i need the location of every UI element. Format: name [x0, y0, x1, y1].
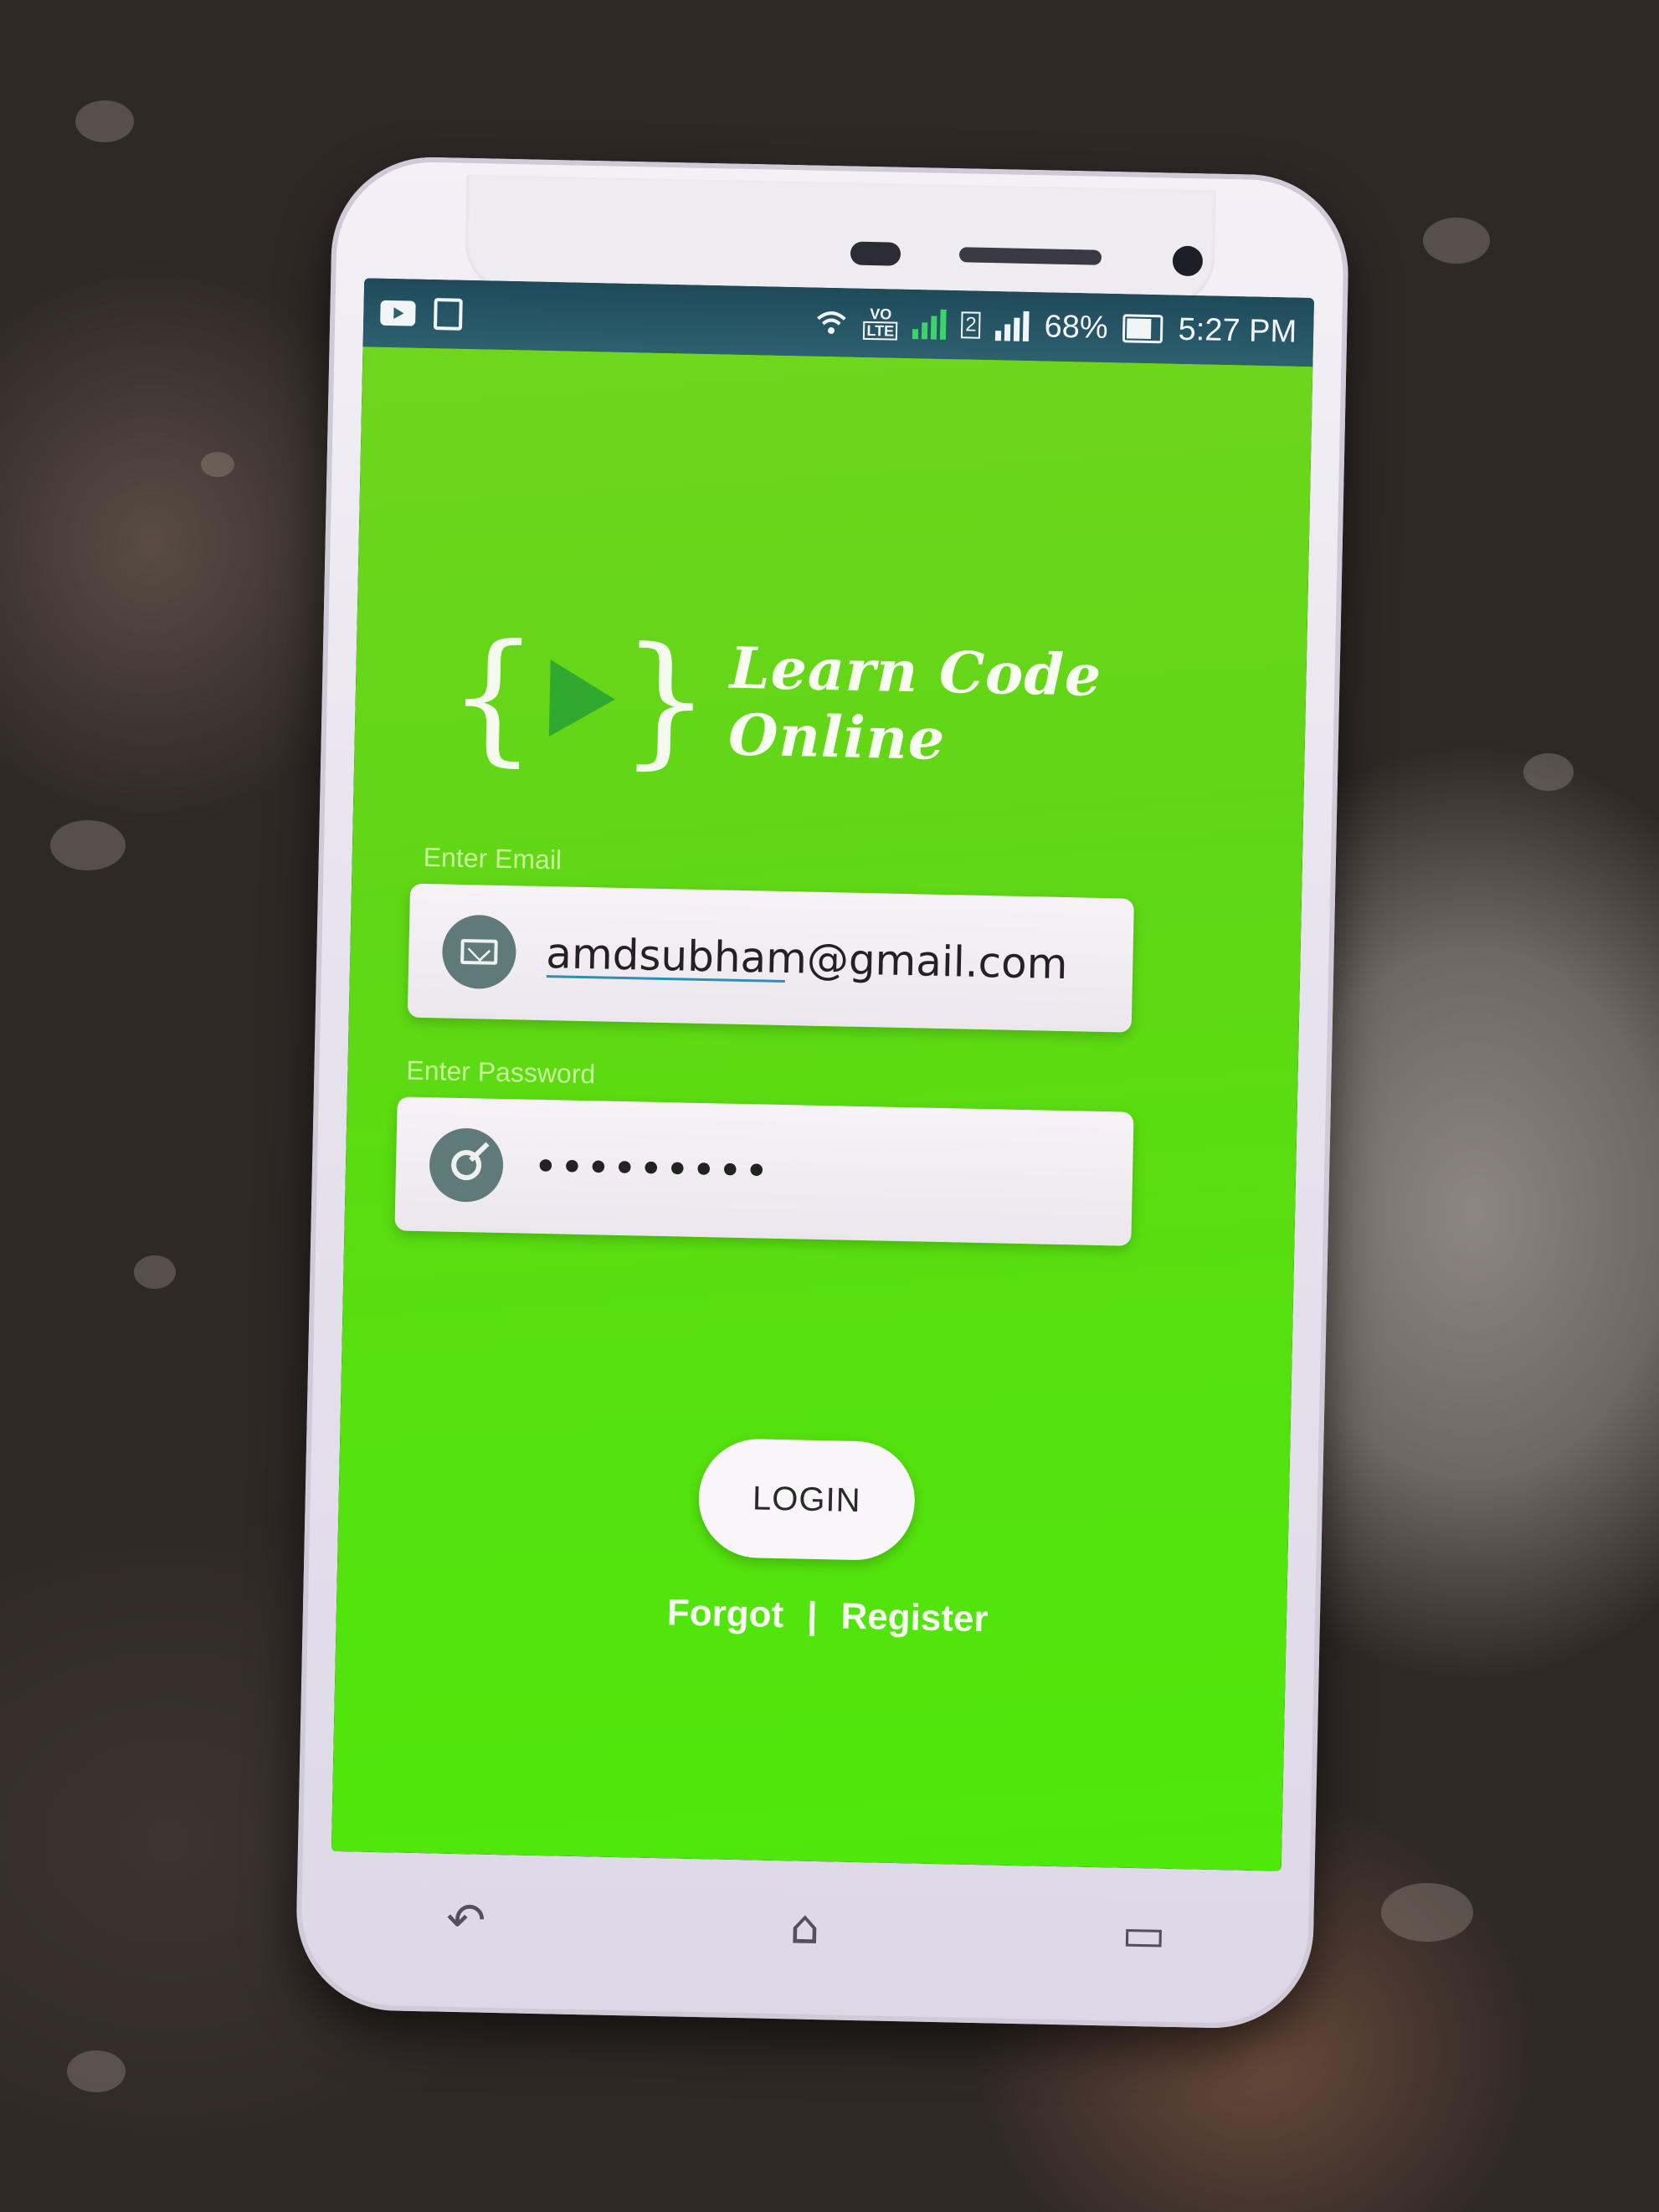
email-label: Enter Email: [423, 841, 562, 875]
auth-links: Forgot | Register: [666, 1592, 989, 1640]
mail-icon: [441, 914, 517, 990]
forgot-link[interactable]: Forgot: [666, 1592, 783, 1636]
logo-left-brace: {: [445, 613, 541, 781]
app-logo: { } Learn Code Online: [445, 613, 1307, 785]
password-input-value[interactable]: •••••••••: [532, 1142, 771, 1196]
recents-icon[interactable]: ▭: [1114, 1907, 1174, 1962]
back-icon[interactable]: ↶: [436, 1892, 496, 1948]
login-button[interactable]: LOGIN: [697, 1438, 917, 1562]
email-input-value[interactable]: amdsubham@gmail.com: [546, 929, 1068, 988]
wifi-icon: [817, 311, 847, 335]
volte-indicator: VO LTE: [863, 305, 898, 341]
clock: 5:27 PM: [1178, 311, 1297, 350]
logo-right-brace: }: [618, 616, 713, 785]
home-icon[interactable]: ⌂: [775, 1900, 835, 1955]
earpiece-speaker: [958, 247, 1102, 265]
login-screen: { } Learn Code Online Enter Email amdsub…: [331, 346, 1313, 1871]
password-field[interactable]: •••••••••: [394, 1096, 1134, 1246]
sim2-label: 2: [960, 311, 981, 339]
proximity-sensor: [850, 241, 901, 266]
password-label: Enter Password: [406, 1055, 596, 1090]
link-separator: |: [806, 1594, 819, 1637]
play-icon: [549, 659, 616, 738]
news-notification-icon: [433, 298, 463, 331]
front-camera: [1172, 245, 1204, 277]
key-icon: [429, 1127, 505, 1204]
sim1-signal-icon: [912, 309, 947, 340]
email-field[interactable]: amdsubham@gmail.com: [407, 883, 1134, 1033]
phone: VO LTE 2 68% 5:27 PM { } Learn Code Onli…: [294, 155, 1351, 2030]
sim2-signal-icon: [995, 311, 1030, 341]
battery-percent: 68%: [1044, 308, 1109, 346]
hardware-nav-bar: ↶ ⌂ ▭: [295, 1858, 1315, 1996]
app-name: Learn Code Online: [727, 634, 1103, 773]
youtube-notification-icon: [380, 300, 416, 326]
register-link[interactable]: Register: [840, 1596, 989, 1641]
screen: VO LTE 2 68% 5:27 PM { } Learn Code Onli…: [331, 278, 1315, 1871]
battery-icon: [1122, 314, 1164, 344]
